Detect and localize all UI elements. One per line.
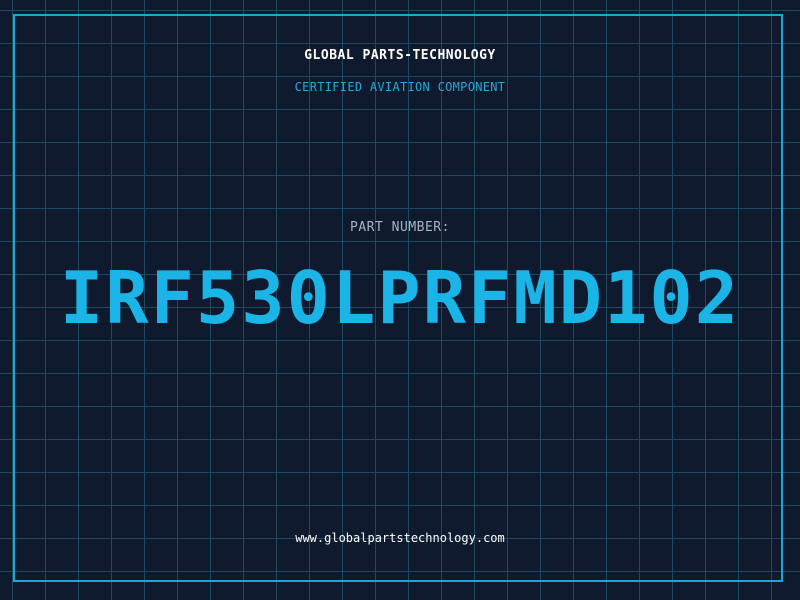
label-canvas: GLOBAL PARTS-TECHNOLOGY CERTIFIED AVIATI… (0, 0, 800, 600)
part-number-label: PART NUMBER: (350, 220, 450, 235)
tagline: CERTIFIED AVIATION COMPONENT (294, 80, 506, 94)
website-url: www.globalpartstechnology.com (295, 531, 505, 545)
part-number-value: IRF530LPRFMD102 (59, 256, 741, 340)
company-name: GLOBAL PARTS-TECHNOLOGY (304, 48, 496, 63)
